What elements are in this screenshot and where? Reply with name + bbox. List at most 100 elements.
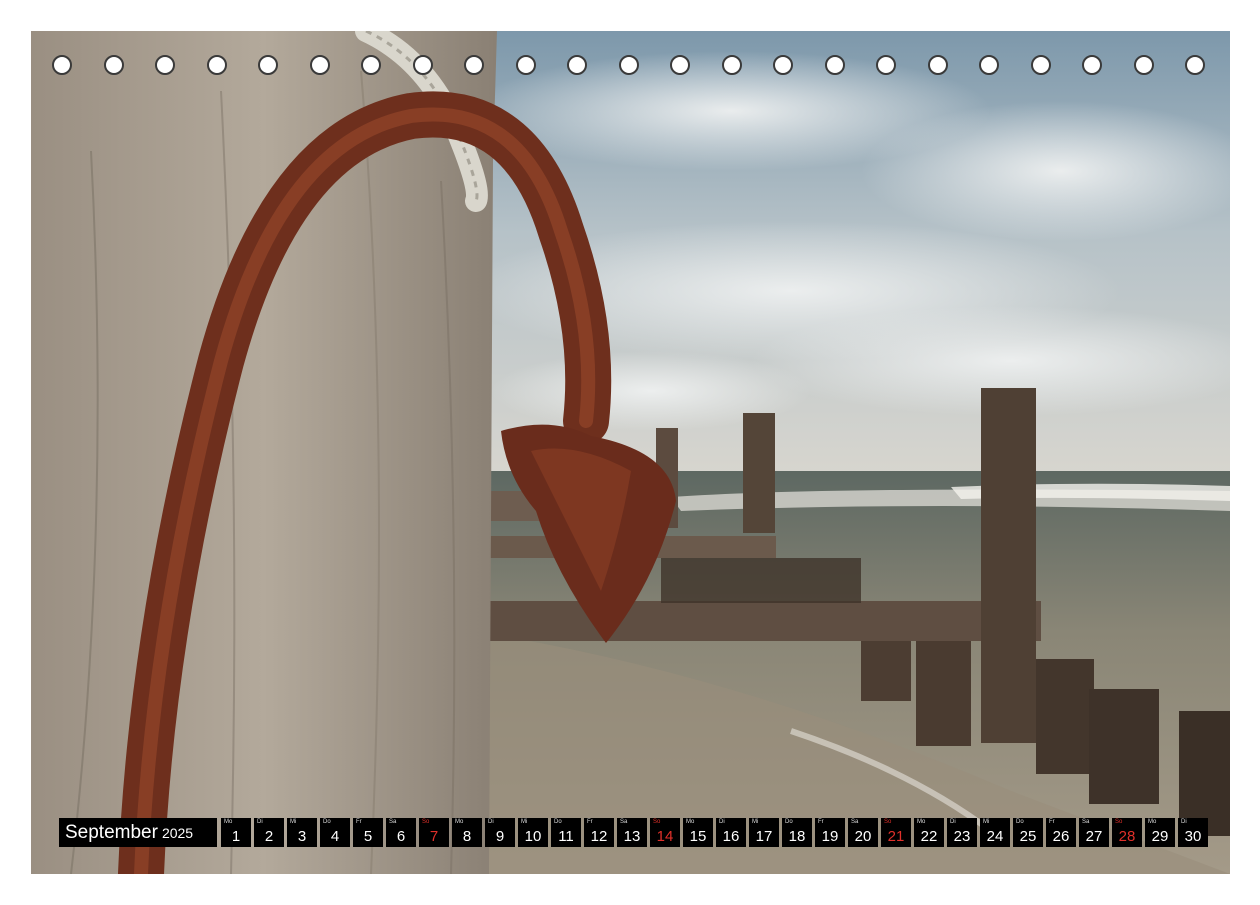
binding-holes xyxy=(52,55,1212,79)
day-cell: Mo 15 xyxy=(683,818,713,847)
day-cell: Sa 13 xyxy=(617,818,647,847)
day-number: 5 xyxy=(363,828,373,845)
binding-hole xyxy=(670,55,690,75)
calendar-bar: September 2025 Mo 1 Di 2 Mi 3 Do 4 Fr 5 Sa 6 So 7 Mo 8 Di… xyxy=(59,818,1209,847)
weekday-label: Mi xyxy=(521,819,528,825)
binding-hole xyxy=(464,55,484,75)
binding-hole xyxy=(618,55,639,75)
day-number: 25 xyxy=(1019,828,1037,845)
day-cell: Mo 8 xyxy=(452,818,482,847)
weekday-label: Mo xyxy=(1148,819,1157,825)
day-cell: Fr 12 xyxy=(584,818,614,847)
binding-hole xyxy=(1030,55,1051,75)
day-number: 11 xyxy=(558,828,574,845)
weekday-label: Do xyxy=(1016,819,1024,825)
day-cell: Do 18 xyxy=(782,818,812,847)
weekday-label: So xyxy=(1115,819,1123,825)
binding-hole xyxy=(206,55,227,75)
binding-hole xyxy=(103,55,124,75)
day-cell: Mi 24 xyxy=(980,818,1010,847)
binding-hole xyxy=(1082,55,1102,75)
day-cell: Mi 17 xyxy=(749,818,779,847)
weekday-label: Di xyxy=(1181,819,1187,825)
day-cell: Sa 27 xyxy=(1079,818,1109,847)
binding-hole xyxy=(773,55,793,75)
day-number: 18 xyxy=(788,828,806,845)
binding-hole xyxy=(258,55,278,75)
weekday-label: Di xyxy=(719,819,725,825)
month-label: September 2025 xyxy=(59,818,217,847)
weekday-label: Sa xyxy=(851,819,859,825)
photo-illustration xyxy=(31,31,1230,874)
weekday-label: Fr xyxy=(818,819,824,825)
weekday-label: Di xyxy=(257,819,263,825)
day-cell: So 14 xyxy=(650,818,680,847)
day-cell: Do 11 xyxy=(551,818,581,847)
weekday-label: Do xyxy=(323,819,331,825)
day-cell: Do 4 xyxy=(320,818,350,847)
day-number: 1 xyxy=(231,828,241,845)
day-cell: Sa 6 xyxy=(386,818,416,847)
day-number: 19 xyxy=(821,828,839,845)
binding-hole xyxy=(876,55,896,75)
binding-hole xyxy=(721,55,742,75)
binding-hole xyxy=(361,55,381,75)
weekday-label: Mo xyxy=(917,819,926,825)
day-cell: Di 16 xyxy=(716,818,746,847)
day-number: 16 xyxy=(722,828,740,845)
day-cell: Fr 19 xyxy=(815,818,845,847)
binding-hole xyxy=(979,55,999,75)
binding-hole xyxy=(567,55,587,75)
day-number: 22 xyxy=(920,828,938,845)
weekday-label: So xyxy=(884,819,892,825)
day-number: 2 xyxy=(264,828,274,845)
weekday-label: Mo xyxy=(455,819,464,825)
day-cell: Do 25 xyxy=(1013,818,1043,847)
weekday-label: Di xyxy=(950,819,956,825)
weekday-label: Sa xyxy=(1082,819,1090,825)
day-number: 17 xyxy=(755,828,773,845)
day-cell: Di 30 xyxy=(1178,818,1208,847)
weekday-label: Fr xyxy=(587,819,593,825)
day-cell: So 28 xyxy=(1112,818,1142,847)
weekday-label: Mi xyxy=(983,819,990,825)
weekday-label: Mi xyxy=(752,819,759,825)
day-cell: Mi 3 xyxy=(287,818,317,847)
day-number: 26 xyxy=(1052,828,1070,845)
day-number: 14 xyxy=(656,828,674,845)
binding-hole xyxy=(309,55,330,75)
day-number: 9 xyxy=(495,828,505,845)
day-number: 28 xyxy=(1118,828,1136,845)
binding-hole xyxy=(824,55,845,75)
year: 2025 xyxy=(161,825,194,841)
weekday-label: Mi xyxy=(290,819,297,825)
weekday-label: Fr xyxy=(1049,819,1055,825)
weekday-label: Fr xyxy=(356,819,362,825)
day-number: 3 xyxy=(297,828,307,845)
weekday-label: Do xyxy=(554,819,562,825)
weekday-label: Sa xyxy=(620,819,628,825)
day-cell: Mo 22 xyxy=(914,818,944,847)
binding-hole xyxy=(927,55,948,75)
day-cell: Fr 5 xyxy=(353,818,383,847)
day-number: 6 xyxy=(396,828,406,845)
day-number: 7 xyxy=(429,828,439,845)
day-number: 30 xyxy=(1184,828,1202,845)
binding-hole xyxy=(1185,55,1205,75)
weekday-label: So xyxy=(653,819,661,825)
month-name: September xyxy=(65,822,158,843)
weekday-label: Mo xyxy=(686,819,695,825)
day-number: 13 xyxy=(623,828,641,845)
day-cell: Di 23 xyxy=(947,818,977,847)
day-number: 4 xyxy=(330,828,340,845)
day-number: 20 xyxy=(854,828,872,845)
day-cell: Di 9 xyxy=(485,818,515,847)
binding-hole xyxy=(155,55,175,75)
day-cell: Mo 29 xyxy=(1145,818,1175,847)
binding-hole xyxy=(1133,55,1154,75)
weekday-label: So xyxy=(422,819,430,825)
day-number: 24 xyxy=(986,828,1004,845)
day-cell: Sa 20 xyxy=(848,818,878,847)
weekday-label: Do xyxy=(785,819,793,825)
photo-rusty-hook-groyne xyxy=(31,31,1230,874)
